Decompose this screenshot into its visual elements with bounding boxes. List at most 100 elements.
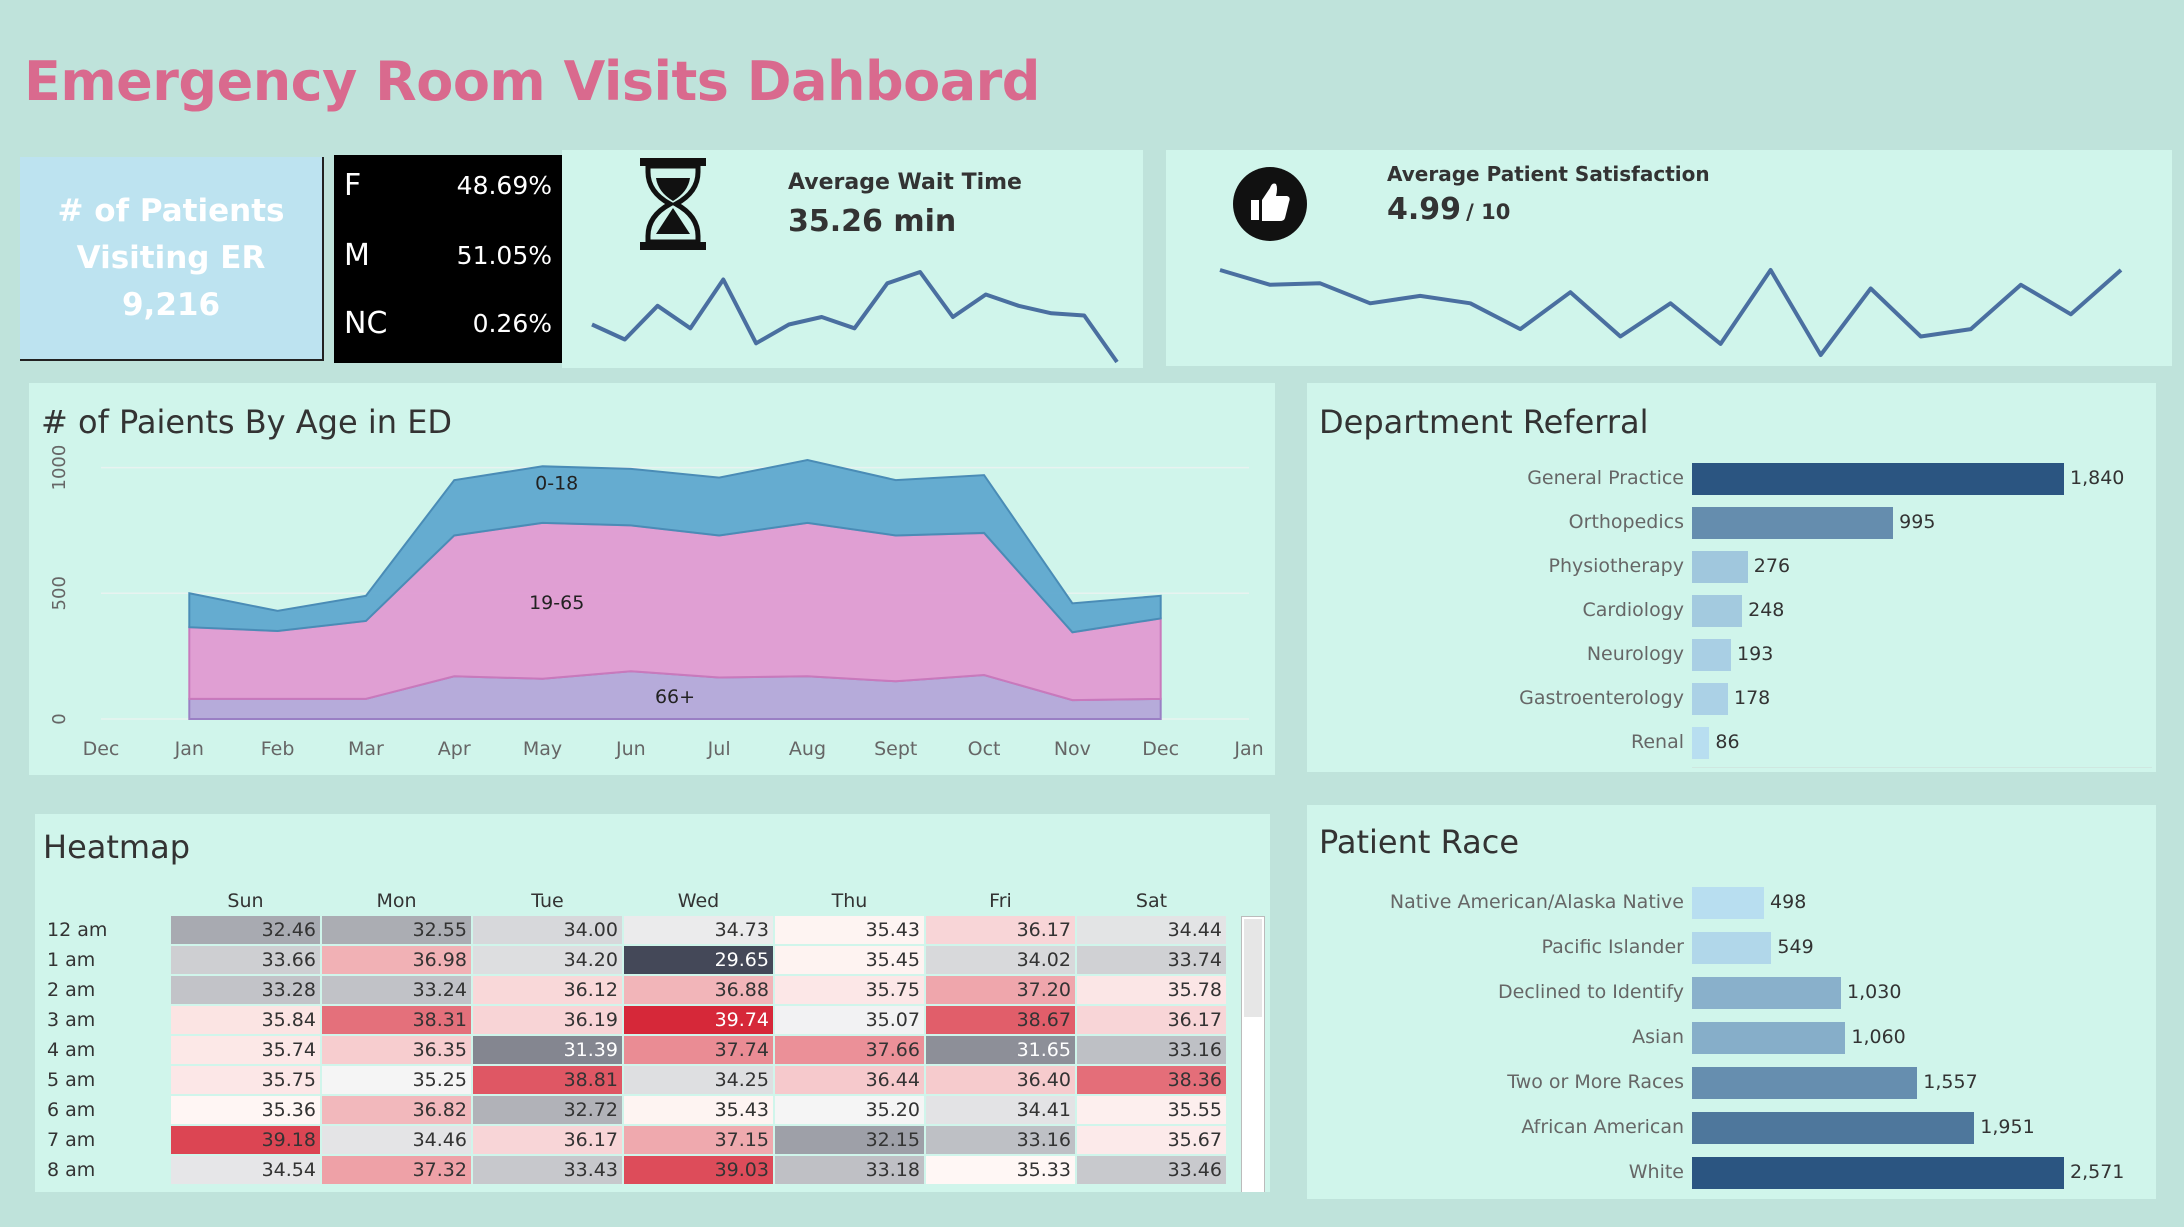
- heatmap-cell[interactable]: 36.82: [322, 1096, 471, 1124]
- x-tick-label: Dec: [1142, 738, 1179, 760]
- heatmap-cell[interactable]: 32.72: [473, 1096, 622, 1124]
- heatmap-cell[interactable]: 31.39: [473, 1036, 622, 1064]
- heatmap-cell[interactable]: 35.20: [775, 1096, 924, 1124]
- bar[interactable]: [1692, 1157, 2064, 1189]
- heatmap-cell[interactable]: 39.18: [171, 1126, 320, 1154]
- bar[interactable]: [1692, 639, 1732, 671]
- heatmap-cell[interactable]: 34.00: [473, 916, 622, 944]
- heatmap-row: 5 am 35.75 35.25 38.81 34.25 36.44 36.40 38.36: [37, 1066, 1226, 1094]
- heatmap-cell[interactable]: 38.67: [926, 1006, 1075, 1034]
- bar[interactable]: [1692, 1112, 1975, 1144]
- heatmap-cell[interactable]: 29.65: [624, 946, 773, 974]
- x-tick-label: Jul: [707, 738, 731, 760]
- heatmap-cell[interactable]: 39.74: [624, 1006, 773, 1034]
- heatmap-cell[interactable]: 36.17: [1077, 1006, 1226, 1034]
- heatmap-cell[interactable]: 33.46: [1077, 1156, 1226, 1184]
- heatmap-cell[interactable]: 35.25: [322, 1066, 471, 1094]
- bar[interactable]: [1692, 507, 1894, 539]
- heatmap-cell[interactable]: 32.15: [775, 1126, 924, 1154]
- heatmap-cell[interactable]: 34.20: [473, 946, 622, 974]
- heatmap-cell[interactable]: 32.55: [322, 916, 471, 944]
- heatmap-cell[interactable]: 33.28: [171, 976, 320, 1004]
- bar[interactable]: [1692, 977, 1842, 1009]
- heatmap-cell[interactable]: 34.46: [322, 1126, 471, 1154]
- bar[interactable]: [1692, 932, 1772, 964]
- heatmap-cell[interactable]: 36.44: [775, 1066, 924, 1094]
- bar-value-label: 498: [1770, 891, 1807, 913]
- heatmap-cell[interactable]: 32.46: [171, 916, 320, 944]
- heatmap-cell[interactable]: 34.73: [624, 916, 773, 944]
- heatmap-cell[interactable]: 34.41: [926, 1096, 1075, 1124]
- heatmap-cell[interactable]: 37.74: [624, 1036, 773, 1064]
- heatmap-cell[interactable]: 33.66: [171, 946, 320, 974]
- heatmap-cell[interactable]: 35.55: [1077, 1096, 1226, 1124]
- heatmap-row-label: 1 am: [47, 949, 96, 971]
- heatmap-cell[interactable]: 36.17: [473, 1126, 622, 1154]
- heatmap-row-label: 4 am: [47, 1039, 96, 1061]
- bar[interactable]: [1692, 1022, 1846, 1054]
- bar[interactable]: [1692, 727, 1710, 759]
- heatmap-cell[interactable]: 38.36: [1077, 1066, 1226, 1094]
- x-tick-label: Aug: [789, 738, 826, 760]
- heatmap-cell[interactable]: 34.54: [171, 1156, 320, 1184]
- heatmap-cell[interactable]: 36.98: [322, 946, 471, 974]
- heatmap-cell[interactable]: 33.43: [473, 1156, 622, 1184]
- heatmap-scrollbar-thumb[interactable]: [1244, 919, 1262, 1017]
- heatmap-cell[interactable]: 36.12: [473, 976, 622, 1004]
- heatmap-cell[interactable]: 35.74: [171, 1036, 320, 1064]
- heatmap-cell[interactable]: 37.15: [624, 1126, 773, 1154]
- heatmap-cell[interactable]: 35.78: [1077, 976, 1226, 1004]
- heatmap-cell[interactable]: 35.67: [1077, 1126, 1226, 1154]
- heatmap-cell[interactable]: 35.75: [171, 1066, 320, 1094]
- heatmap-cell[interactable]: 36.40: [926, 1066, 1075, 1094]
- bar-category-label: Declined to Identify: [1498, 981, 1684, 1003]
- heatmap-cell[interactable]: 33.24: [322, 976, 471, 1004]
- y-tick-label: 500: [49, 576, 70, 610]
- heatmap-cell[interactable]: 35.33: [926, 1156, 1075, 1184]
- heatmap-cell[interactable]: 38.31: [322, 1006, 471, 1034]
- heatmap-cell[interactable]: 33.74: [1077, 946, 1226, 974]
- heatmap-cell[interactable]: 37.66: [775, 1036, 924, 1064]
- heatmap-cell[interactable]: 35.75: [775, 976, 924, 1004]
- heatmap-cell[interactable]: 39.03: [624, 1156, 773, 1184]
- heatmap-cell[interactable]: 31.65: [926, 1036, 1075, 1064]
- heatmap-scrollbar[interactable]: [1241, 916, 1265, 1192]
- heatmap-cell[interactable]: 34.25: [624, 1066, 773, 1094]
- heatmap-row: 7 am 39.18 34.46 36.17 37.15 32.15 33.16 35.67: [37, 1126, 1226, 1154]
- heatmap-table: Sun Mon Tue Wed Thu Fri Sat 12 am 32.46 32.55 34.…: [35, 886, 1228, 1186]
- heatmap-cell[interactable]: 33.16: [1077, 1036, 1226, 1064]
- heatmap-cell[interactable]: 33.16: [926, 1126, 1075, 1154]
- bar-category-label: White: [1628, 1161, 1684, 1183]
- heatmap-cell[interactable]: 37.20: [926, 976, 1075, 1004]
- heatmap-cell[interactable]: 35.43: [624, 1096, 773, 1124]
- y-tick-label: 1000: [49, 445, 70, 491]
- heatmap-cell[interactable]: 35.45: [775, 946, 924, 974]
- heatmap-cell[interactable]: 36.17: [926, 916, 1075, 944]
- heatmap-cell[interactable]: 33.18: [775, 1156, 924, 1184]
- heatmap-cell[interactable]: 35.07: [775, 1006, 924, 1034]
- bar[interactable]: [1692, 463, 2064, 495]
- heatmap-cell[interactable]: 37.32: [322, 1156, 471, 1184]
- heatmap-cell[interactable]: 34.44: [1077, 916, 1226, 944]
- bar-value-label: 2,571: [2070, 1161, 2125, 1183]
- bar[interactable]: [1692, 887, 1765, 919]
- heatmap-cell[interactable]: 35.43: [775, 916, 924, 944]
- heatmap-cell[interactable]: 36.19: [473, 1006, 622, 1034]
- heatmap-column-header: Sun: [227, 890, 264, 912]
- age-chart-panel: # of Paients By Age in ED 66+ 19-65 0-18 D…: [29, 383, 1275, 775]
- heatmap-cell[interactable]: 35.84: [171, 1006, 320, 1034]
- heatmap-cell[interactable]: 36.88: [624, 976, 773, 1004]
- bar[interactable]: [1692, 595, 1743, 627]
- heatmap-row: 6 am 35.36 36.82 32.72 35.43 35.20 34.41 35.55: [37, 1096, 1226, 1124]
- heatmap-corner: [37, 888, 169, 914]
- bar[interactable]: [1692, 551, 1748, 583]
- heatmap-title: Heatmap: [43, 828, 190, 866]
- heatmap-cell[interactable]: 35.36: [171, 1096, 320, 1124]
- x-tick-label: Sept: [874, 738, 917, 760]
- bar-value-label: 276: [1753, 555, 1791, 577]
- heatmap-cell[interactable]: 36.35: [322, 1036, 471, 1064]
- heatmap-cell[interactable]: 38.81: [473, 1066, 622, 1094]
- bar[interactable]: [1692, 683, 1728, 715]
- bar[interactable]: [1692, 1067, 1918, 1099]
- heatmap-cell[interactable]: 34.02: [926, 946, 1075, 974]
